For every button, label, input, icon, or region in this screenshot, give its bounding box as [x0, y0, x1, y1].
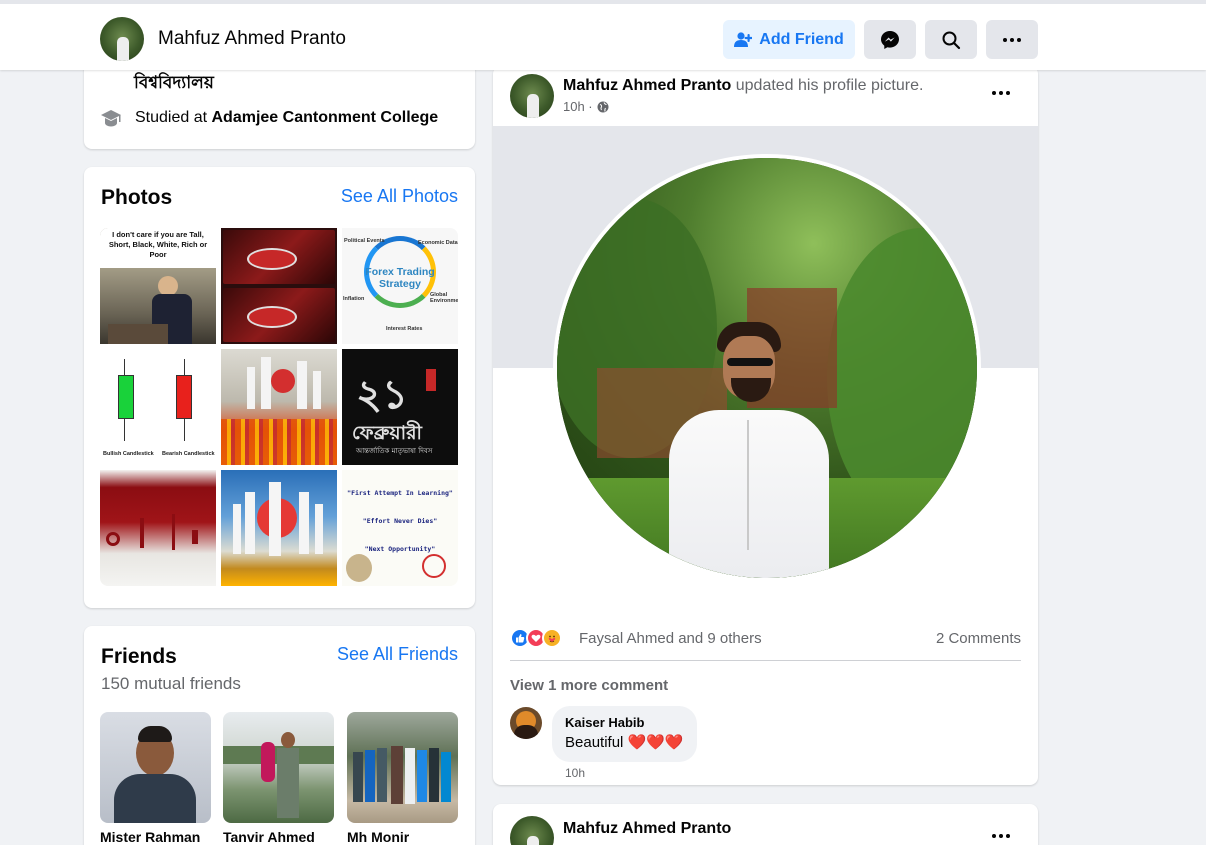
post-author-avatar[interactable]: [510, 816, 554, 845]
photo-label: Global Environment: [430, 292, 458, 304]
header-profile-name[interactable]: Mahfuz Ahmed Pranto: [158, 28, 346, 50]
education-school-link[interactable]: Adamjee Cantonment College: [212, 109, 439, 126]
photos-card: Photos See All Photos I don't care if yo…: [84, 167, 475, 608]
comment-text: Beautiful ❤️❤️❤️: [565, 734, 684, 751]
search-icon: [942, 31, 961, 49]
photo-thumbnail[interactable]: I don't care if you are Tall, Short, Bla…: [100, 228, 216, 344]
add-friend-button[interactable]: Add Friend: [723, 20, 855, 59]
reaction-icons[interactable]: [510, 628, 562, 648]
see-all-friends-link[interactable]: See All Friends: [337, 644, 458, 665]
profile-picture[interactable]: [553, 154, 981, 582]
photo-thumbnail[interactable]: "First Attempt In Learning" "Effort Neve…: [342, 470, 458, 586]
comment-timestamp[interactable]: 10h: [565, 766, 585, 780]
post-header: Mahfuz Ahmed Pranto: [563, 820, 731, 838]
friend-item[interactable]: Tanvir Ahmed: [223, 712, 334, 845]
photo-thumbnail[interactable]: Forex Trading Strategy Political Events …: [342, 228, 458, 344]
messenger-icon: [881, 30, 899, 49]
comments-count-link[interactable]: 2 Comments: [936, 630, 1021, 647]
post-divider: [510, 660, 1021, 661]
profile-header-bar: Mahfuz Ahmed Pranto Add Friend: [0, 0, 1206, 70]
friend-name[interactable]: Mh Monir: [347, 829, 458, 845]
photo-label: Bearish Candlestick: [162, 451, 215, 457]
search-button[interactable]: [925, 20, 977, 59]
add-friend-label: Add Friend: [759, 30, 844, 48]
commenter-name[interactable]: Kaiser Habib: [565, 715, 684, 730]
graduation-cap-icon: [101, 110, 121, 127]
photo-thumbnail[interactable]: [221, 349, 337, 465]
post-image[interactable]: [493, 126, 1038, 612]
messenger-button[interactable]: [864, 20, 916, 59]
friend-photo[interactable]: [347, 712, 458, 823]
post-timestamp[interactable]: 10h ·: [563, 99, 609, 114]
photo-grid: I don't care if you are Tall, Short, Bla…: [100, 228, 458, 586]
profile-picture-post: Mahfuz Ahmed Pranto updated his profile …: [493, 66, 1038, 785]
education-entry: Studied at Adamjee Cantonment College: [135, 109, 438, 127]
photo-label: Bullish Candlestick: [103, 451, 154, 457]
comment-bubble: Kaiser Habib Beautiful ❤️❤️❤️: [552, 706, 697, 762]
friend-name[interactable]: Mister Rahman: [100, 829, 211, 845]
photo-thumbnail[interactable]: ২১ ফেব্রুয়ারী আন্তর্জাতিক মাতৃভাষা দিবস: [342, 349, 458, 465]
commenter-avatar[interactable]: [510, 707, 542, 739]
photo-subcaption: আন্তর্জাতিক মাতৃভাষা দিবস: [356, 447, 433, 455]
add-friend-icon: [734, 31, 753, 47]
friends-title[interactable]: Friends: [101, 645, 177, 669]
friend-item[interactable]: Mister Rahman: [100, 712, 211, 845]
photo-caption-line: "First Attempt In Learning": [347, 489, 453, 497]
care-reaction-icon: [542, 628, 562, 648]
post-author-avatar[interactable]: [510, 74, 554, 118]
friends-card: Friends See All Friends 150 mutual frien…: [84, 626, 475, 845]
photo-caption-line: "Effort Never Dies": [362, 517, 438, 525]
photos-title[interactable]: Photos: [101, 186, 172, 210]
post-header: Mahfuz Ahmed Pranto updated his profile …: [563, 77, 923, 95]
education-prefix: Studied at: [135, 109, 212, 126]
more-icon: [1003, 37, 1021, 42]
photo-thumbnail[interactable]: [221, 470, 337, 586]
photo-label: Political Events: [344, 238, 385, 244]
see-all-photos-link[interactable]: See All Photos: [341, 186, 458, 207]
photo-thumbnail[interactable]: [221, 228, 337, 344]
post-author-name[interactable]: Mahfuz Ahmed Pranto: [563, 820, 731, 837]
more-options-button[interactable]: [986, 20, 1038, 59]
university-text: বিশ্ববিদ্যালয়: [134, 73, 214, 93]
photo-caption: Forex Trading Strategy: [365, 266, 435, 290]
view-more-comments-link[interactable]: View 1 more comment: [510, 677, 668, 694]
friend-name[interactable]: Tanvir Ahmed: [223, 829, 334, 845]
photo-label: Economic Data: [418, 240, 458, 246]
mutual-friends-count: 150 mutual friends: [101, 674, 241, 693]
photo-thumbnail[interactable]: Bullish Candlestick Bearish Candlestick: [100, 349, 216, 465]
friend-photo[interactable]: [223, 712, 334, 823]
post-more-icon[interactable]: [992, 834, 1010, 838]
friend-item[interactable]: Mh Monir: [347, 712, 458, 845]
reactions-summary[interactable]: Faysal Ahmed and 9 others: [579, 630, 762, 647]
post-more-icon[interactable]: [992, 91, 1010, 95]
photo-label: Interest Rates: [386, 326, 423, 332]
photo-caption: I don't care if you are Tall, Short, Bla…: [100, 228, 216, 268]
photo-thumbnail[interactable]: [100, 470, 216, 586]
photo-label: Inflation: [343, 296, 365, 302]
header-avatar[interactable]: [100, 17, 144, 61]
post-action-text: updated his profile picture.: [731, 77, 924, 94]
friend-photo[interactable]: [100, 712, 211, 823]
post-author-name[interactable]: Mahfuz Ahmed Pranto: [563, 77, 731, 94]
globe-icon: [597, 101, 609, 112]
post-time-text: 10h ·: [563, 99, 593, 114]
next-post: Mahfuz Ahmed Pranto: [493, 804, 1038, 845]
